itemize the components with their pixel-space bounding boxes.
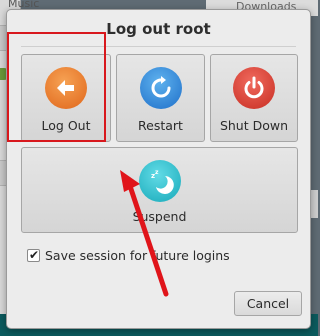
restart-icon [139, 67, 182, 109]
svg-text:z: z [155, 169, 159, 176]
moon-zzz-icon: z z [138, 160, 181, 202]
suspend-button[interactable]: z z Suspend [21, 147, 298, 233]
shut-down-button[interactable]: Shut Down [210, 54, 298, 142]
checkmark-icon: ✔ [29, 248, 40, 262]
save-session-checkbox[interactable]: ✔ [27, 248, 40, 262]
power-icon [233, 67, 275, 109]
shut-down-label: Shut Down [219, 118, 289, 133]
restart-label: Restart [138, 118, 183, 133]
cancel-button[interactable]: Cancel [234, 291, 302, 316]
log-out-highlight-box [7, 32, 106, 142]
restart-button[interactable]: Restart [116, 54, 205, 142]
save-session-label[interactable]: Save session for future logins [45, 248, 230, 263]
suspend-label: Suspend [132, 209, 187, 224]
save-session-row[interactable]: ✔ Save session for future logins [27, 248, 230, 263]
